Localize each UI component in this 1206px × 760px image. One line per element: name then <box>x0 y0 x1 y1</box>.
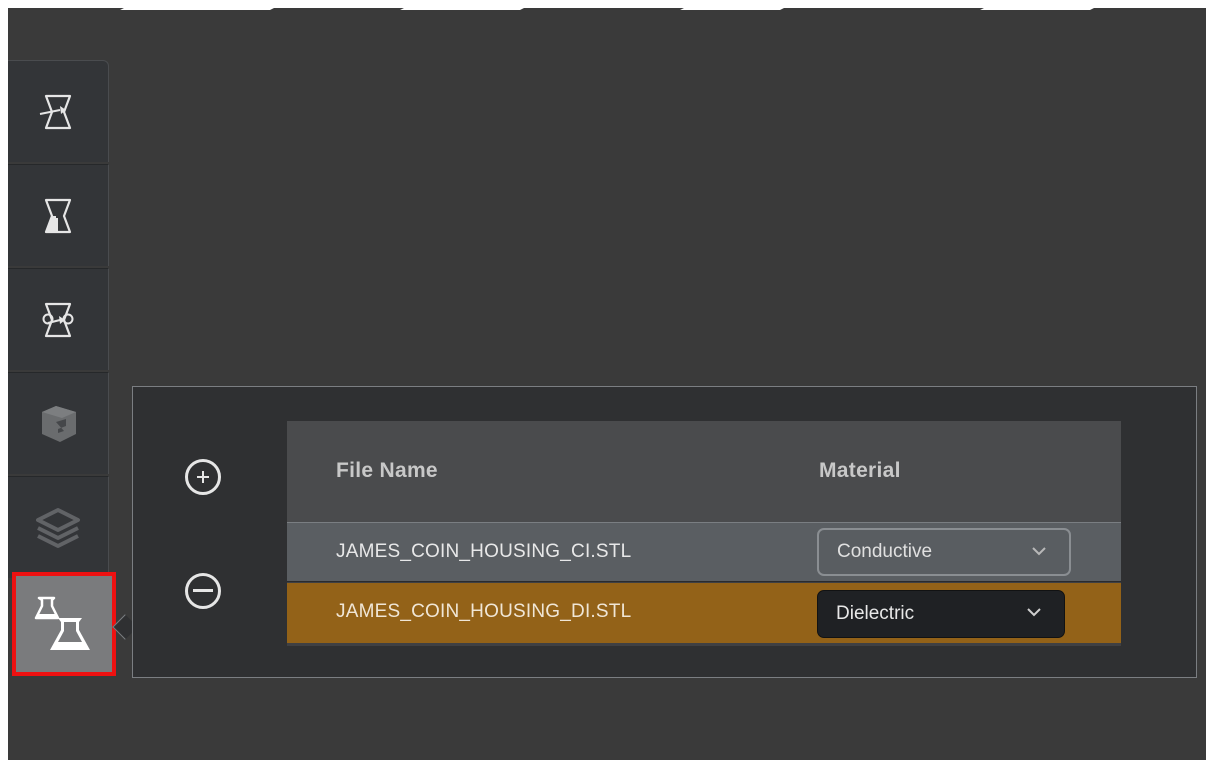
left-toolbar <box>8 60 116 680</box>
material-dropdown-value: Dielectric <box>836 603 915 624</box>
chevron-down-icon <box>1032 547 1046 556</box>
table-row[interactable]: JAMES_COIN_HOUSING_CI.STL Conductive <box>287 522 1121 582</box>
column-header-file-name: File Name <box>336 459 438 482</box>
material-dropdown[interactable]: Conductive <box>817 528 1071 576</box>
flask-cycle-arrow-icon <box>42 302 74 337</box>
tool-button-materials[interactable] <box>12 572 116 676</box>
tool-button-layers[interactable] <box>8 476 109 578</box>
flask-outline-arrow-icon <box>39 94 72 129</box>
box-3d-icon <box>42 405 76 442</box>
app-window: File Name Material JAMES_COIN_HOUSING_CI… <box>8 8 1206 760</box>
materials-panel: File Name Material JAMES_COIN_HOUSING_CI… <box>132 386 1197 678</box>
tool-button-flask-arrow[interactable] <box>8 60 109 162</box>
tool-button-3d-box[interactable] <box>8 372 109 474</box>
remove-file-button[interactable] <box>185 573 221 609</box>
table-header: File Name Material <box>287 421 1121 522</box>
file-material-table: File Name Material JAMES_COIN_HOUSING_CI… <box>287 421 1121 646</box>
chevron-down-icon <box>1027 608 1041 617</box>
flask-half-filled-icon <box>44 198 72 233</box>
add-file-button[interactable] <box>185 459 221 495</box>
file-name-cell: JAMES_COIN_HOUSING_CI.STL <box>336 541 632 562</box>
two-flasks-icon <box>34 596 90 650</box>
tool-button-flask-cycle[interactable] <box>8 268 109 370</box>
file-name-cell: JAMES_COIN_HOUSING_DI.STL <box>336 601 632 622</box>
column-header-material: Material <box>819 459 901 482</box>
material-dropdown-value: Conductive <box>837 541 933 562</box>
layers-stack-icon <box>36 507 80 548</box>
tool-button-flask-filled[interactable] <box>8 164 109 266</box>
material-dropdown[interactable]: Dielectric <box>817 590 1065 638</box>
table-row-selected[interactable]: JAMES_COIN_HOUSING_DI.STL Dielectric <box>287 583 1121 643</box>
